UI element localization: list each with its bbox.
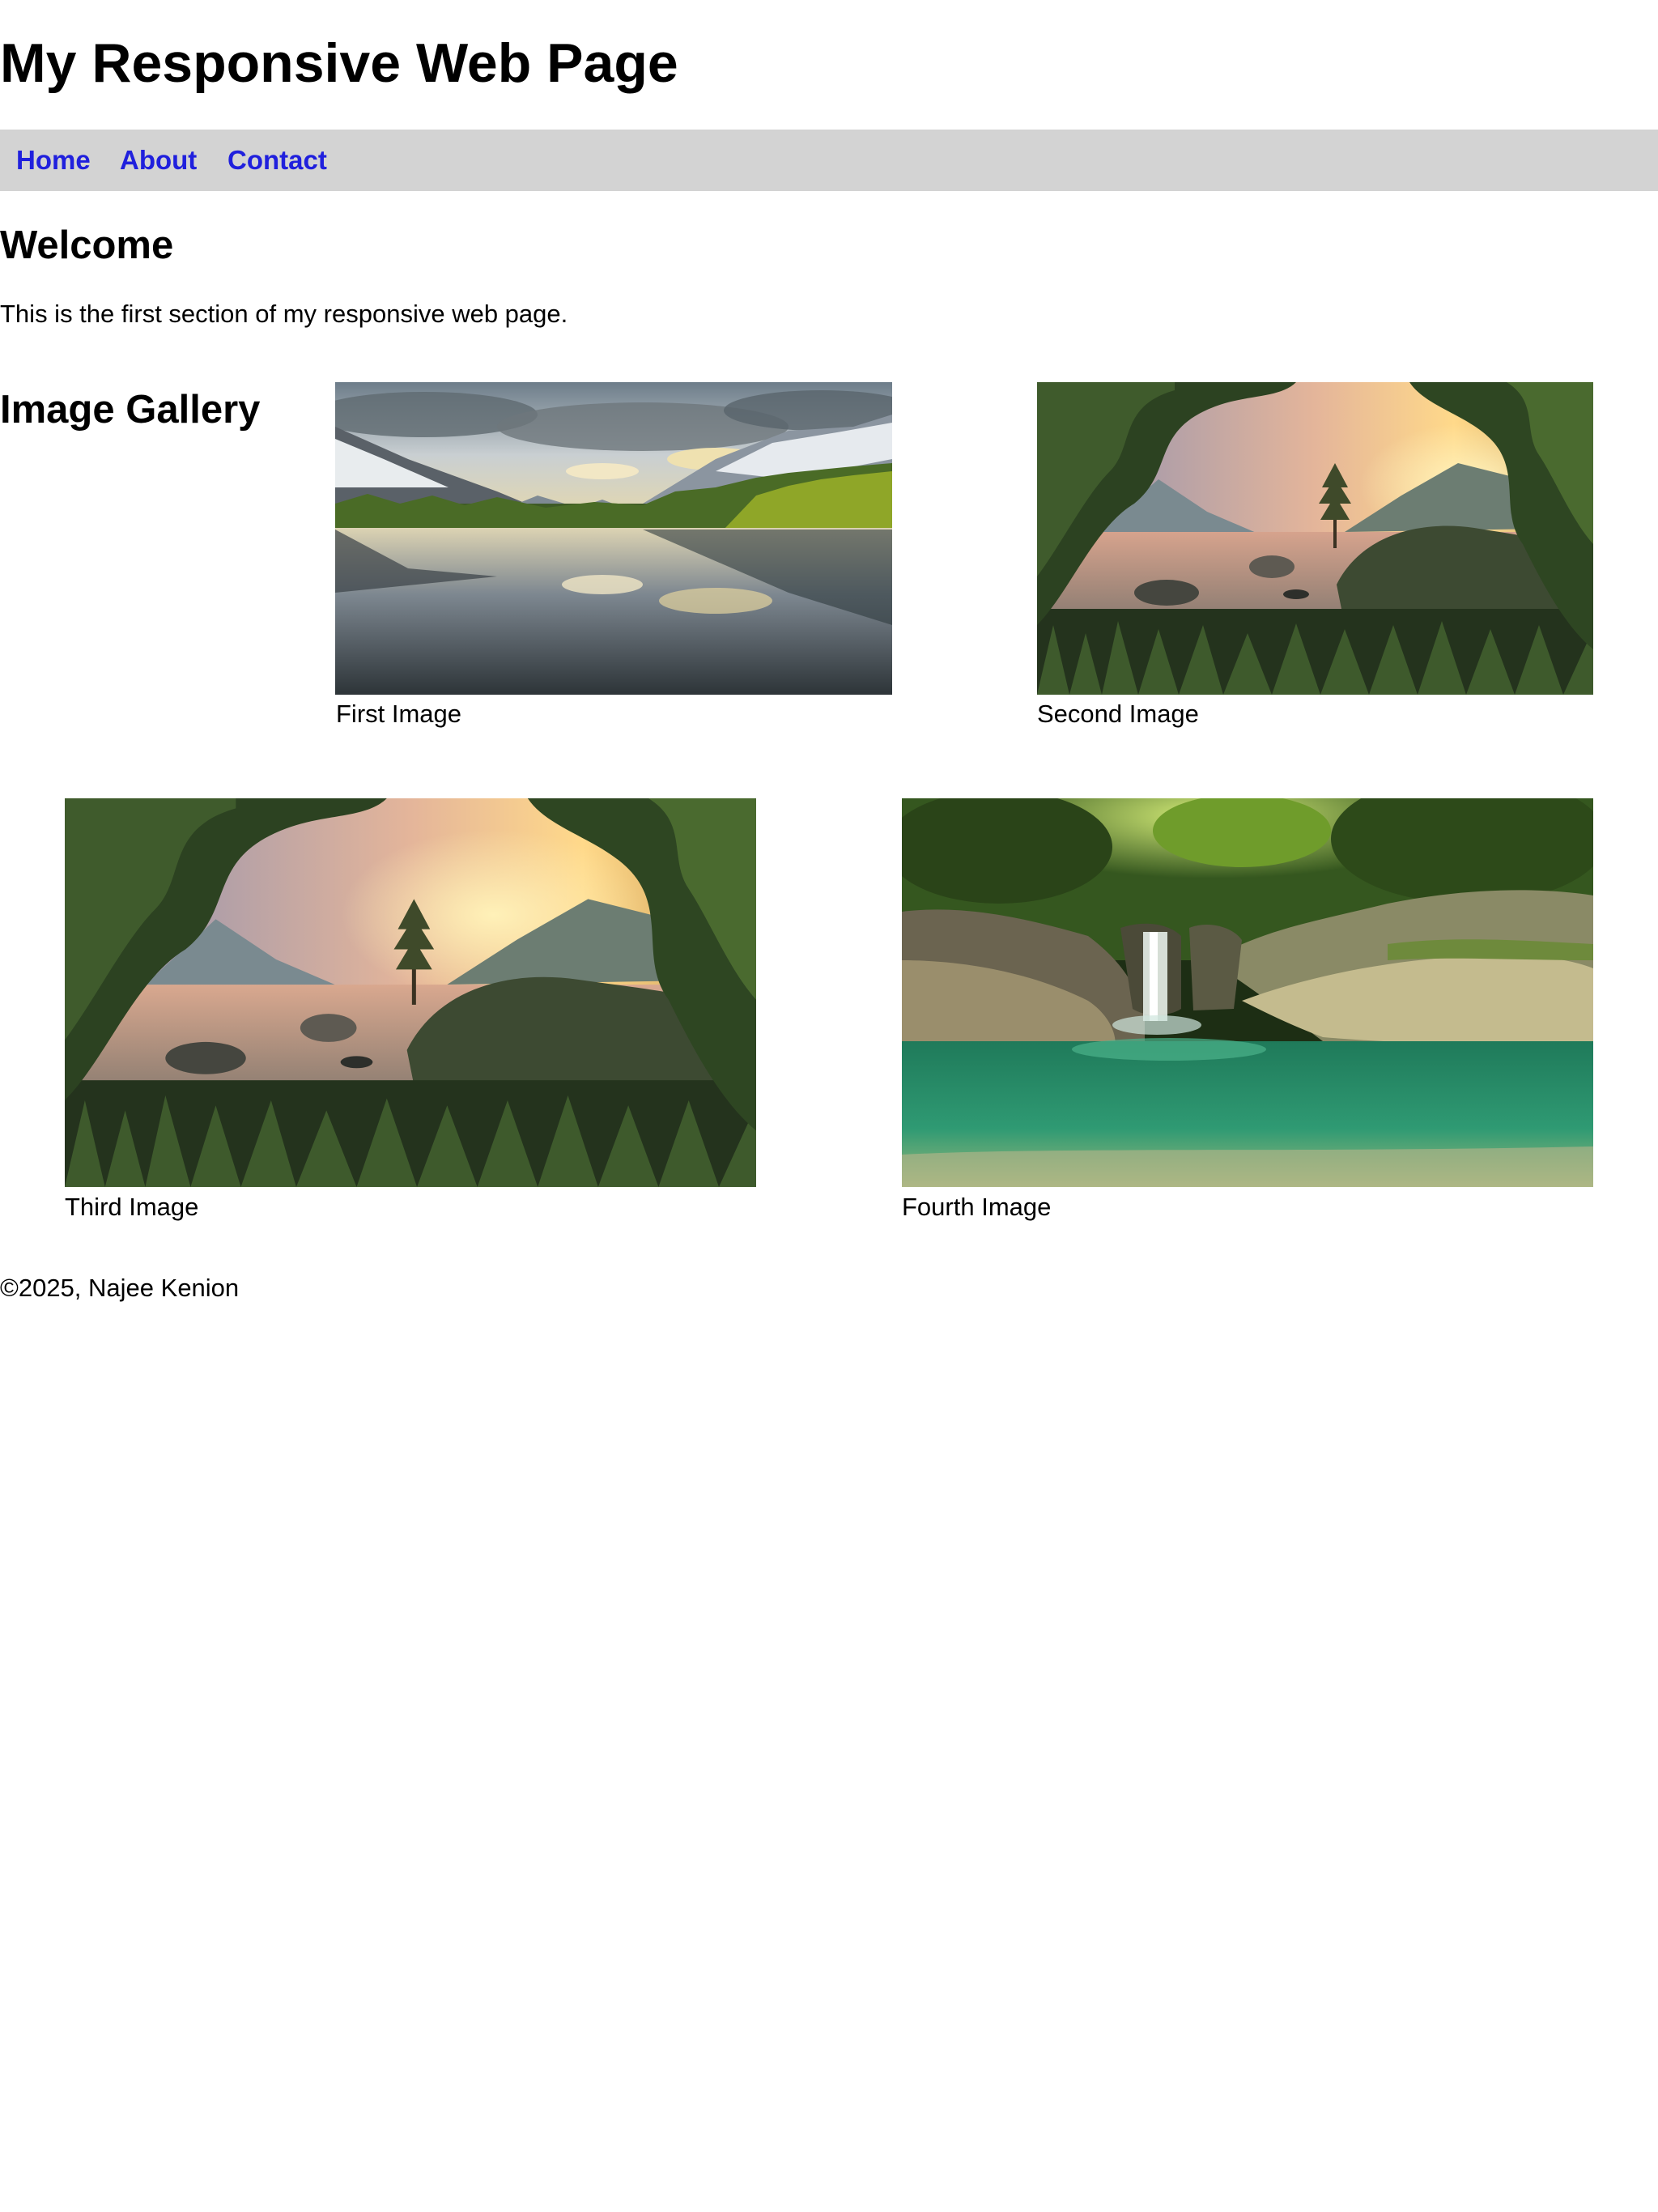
- nav-link-contact[interactable]: Contact: [227, 130, 327, 191]
- gallery-image-2: [1037, 382, 1593, 695]
- navigation-bar: Home About Contact: [0, 130, 1658, 191]
- gallery-image-4: [902, 798, 1593, 1187]
- gallery-caption-3: Third Image: [65, 1193, 199, 1221]
- gallery-caption-4: Fourth Image: [902, 1193, 1052, 1221]
- gallery-image-1: [335, 382, 892, 695]
- gallery-image-3: [65, 798, 756, 1187]
- gallery-heading: Image Gallery: [0, 388, 261, 432]
- gallery-caption-1: First Image: [336, 700, 462, 728]
- welcome-text: This is the first section of my responsi…: [0, 300, 568, 328]
- nav-link-home[interactable]: Home: [16, 130, 91, 191]
- nav-link-about[interactable]: About: [120, 130, 197, 191]
- gallery-caption-2: Second Image: [1037, 700, 1199, 728]
- page-title: My Responsive Web Page: [0, 32, 678, 94]
- welcome-heading: Welcome: [0, 223, 174, 267]
- footer-copyright: ©2025, Najee Kenion: [0, 1274, 240, 1302]
